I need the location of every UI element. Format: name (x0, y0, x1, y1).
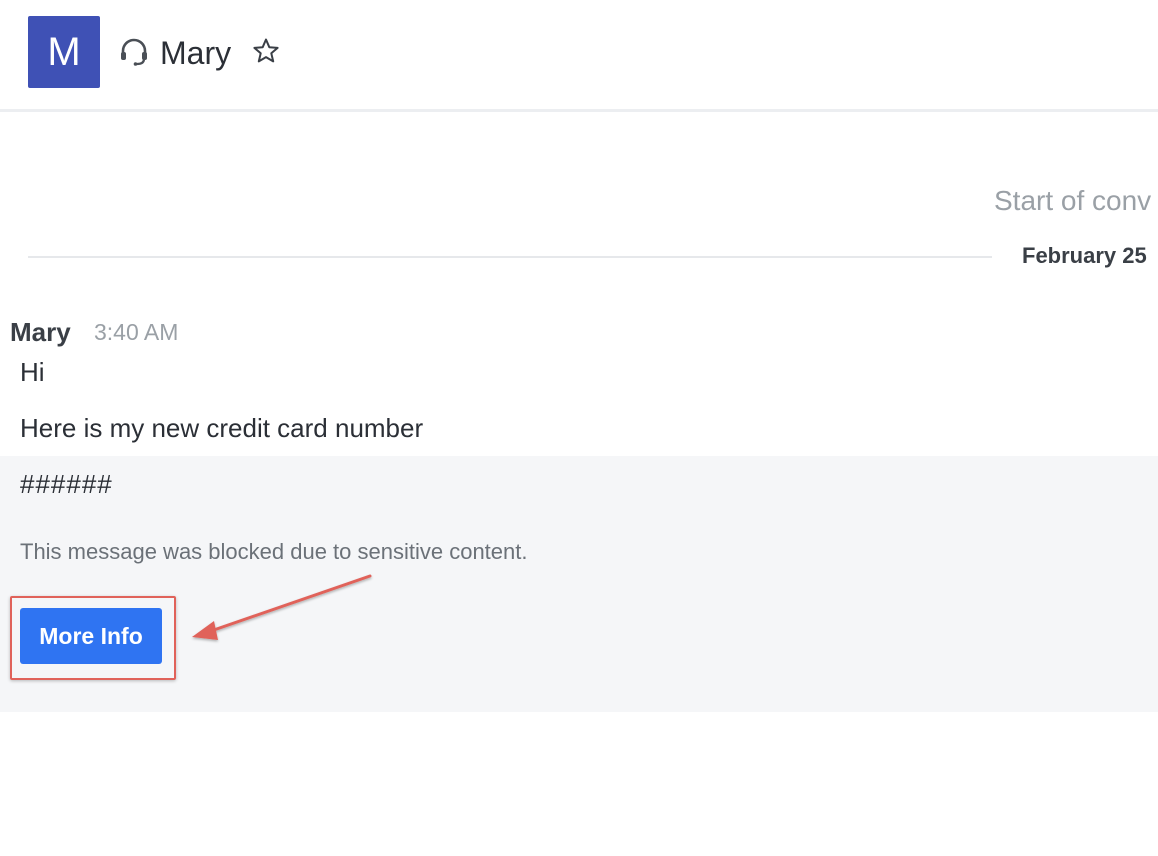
conversation-header: M Mary (0, 0, 1158, 112)
blocked-message: ###### This message was blocked due to s… (0, 456, 1158, 712)
arrow-annotation (192, 574, 372, 640)
message-timestamp: 3:40 AM (94, 319, 179, 345)
date-label: February 25 (1022, 243, 1147, 268)
message-sender: Mary (10, 317, 71, 347)
conversation-start-label: Start of conv (994, 185, 1152, 216)
message-text: Here is my new credit card number (20, 413, 424, 443)
chat-page: M Mary Start of conv February 25 Mary 3:… (0, 0, 1158, 856)
contact-name: Mary (160, 35, 232, 71)
masked-content: ###### (20, 469, 113, 499)
message-text: Hi (20, 357, 45, 387)
more-info-button[interactable]: More Info (20, 608, 162, 664)
headset-icon (121, 38, 147, 66)
date-divider (28, 256, 992, 258)
star-icon[interactable] (252, 37, 280, 65)
avatar[interactable]: M (28, 16, 100, 88)
